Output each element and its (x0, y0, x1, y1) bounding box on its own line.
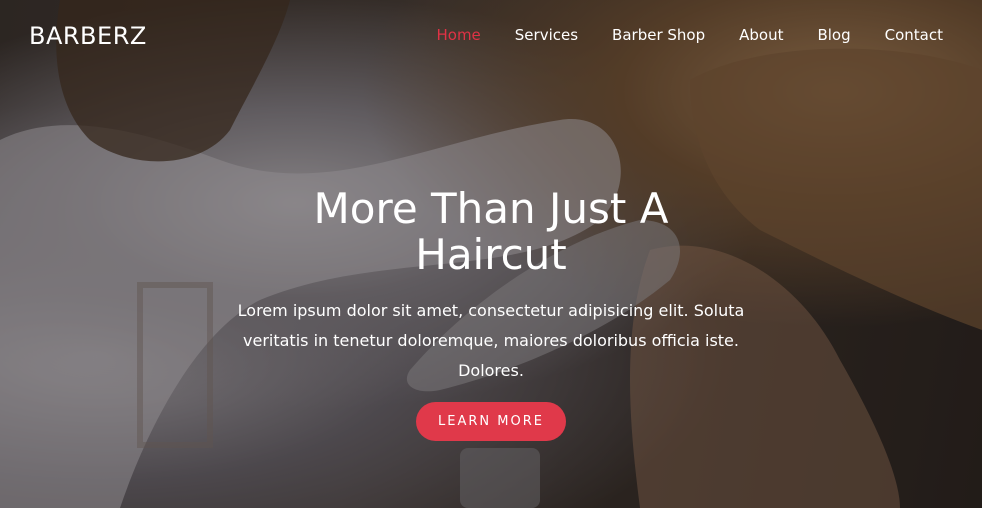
nav-links: Home Services Barber Shop About Blog Con… (402, 26, 943, 44)
nav-link-barber-shop[interactable]: Barber Shop (612, 26, 705, 44)
nav-link-about[interactable]: About (739, 26, 783, 44)
learn-more-button[interactable]: LEARN MORE (416, 402, 566, 441)
nav-link-home[interactable]: Home (436, 26, 480, 44)
nav-link-contact[interactable]: Contact (885, 26, 943, 44)
navbar: BARBERZ Home Services Barber Shop About … (0, 0, 982, 72)
nav-link-services[interactable]: Services (515, 26, 578, 44)
brand-logo[interactable]: BARBERZ (29, 22, 147, 50)
hero-content: More Than Just A Haircut Lorem ipsum dol… (0, 186, 982, 441)
hero-section: BARBERZ Home Services Barber Shop About … (0, 0, 982, 508)
nav-link-blog[interactable]: Blog (817, 26, 850, 44)
hero-title: More Than Just A Haircut (313, 184, 669, 279)
hero-description: Lorem ipsum dolor sit amet, consectetur … (237, 301, 745, 380)
